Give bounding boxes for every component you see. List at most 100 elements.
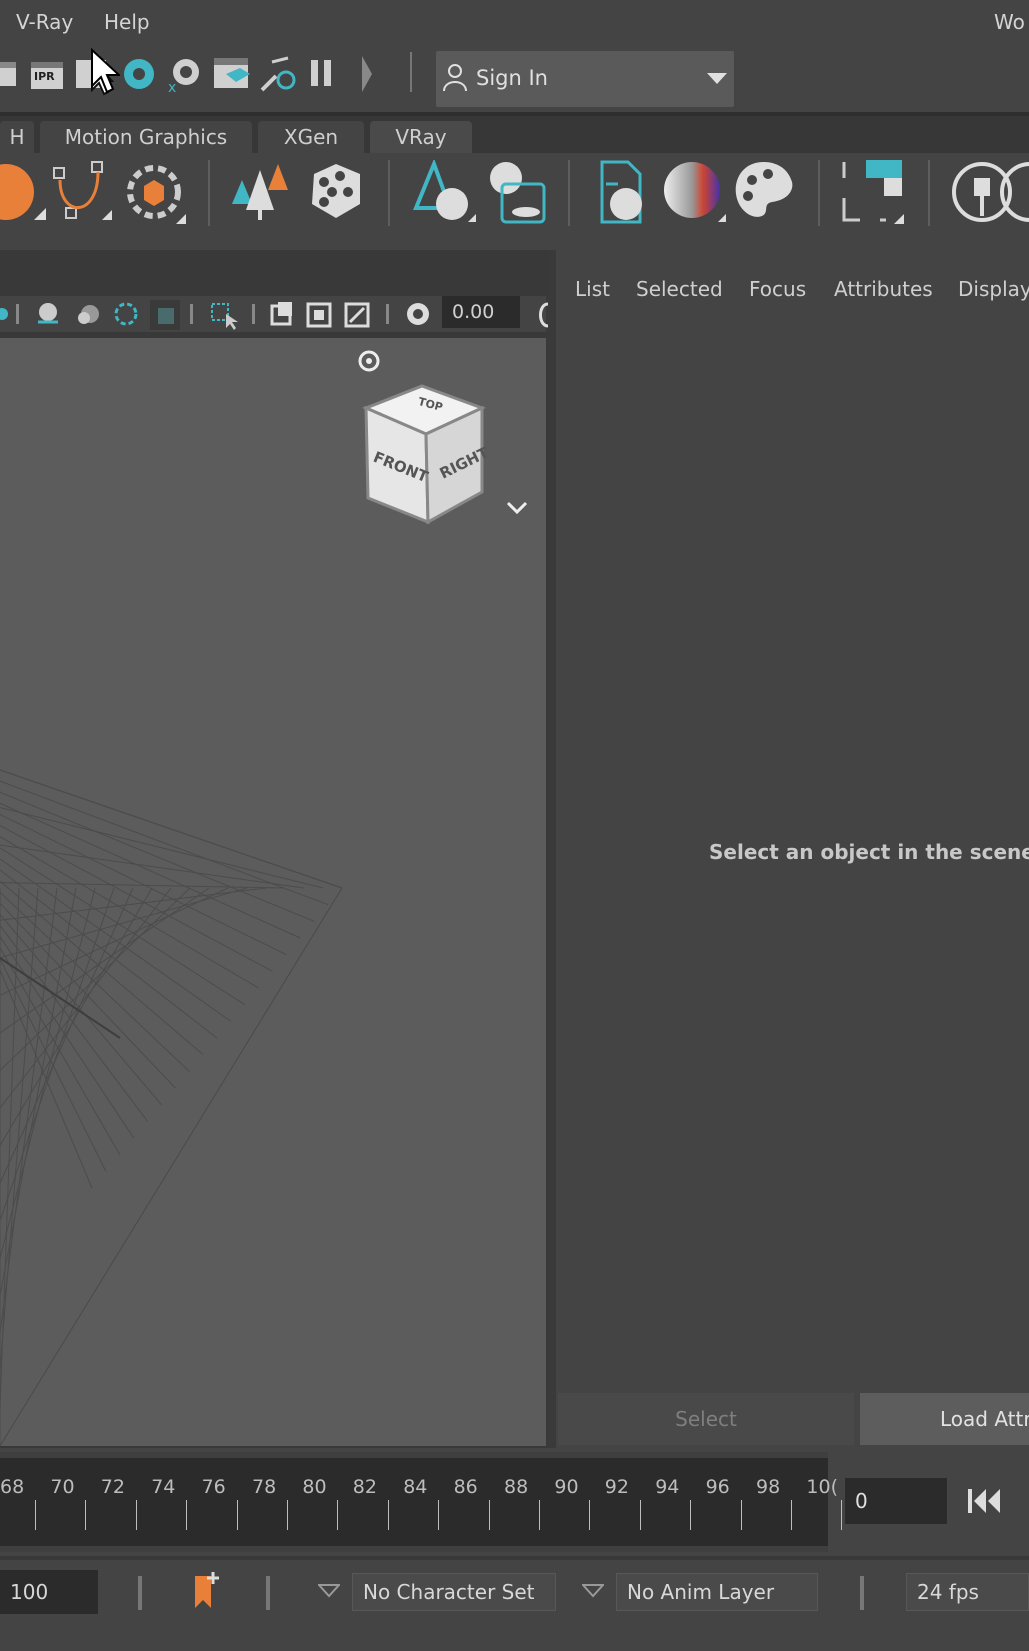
anim-layer-field[interactable]: No Anim Layer xyxy=(616,1573,818,1611)
render-settings-icon[interactable] xyxy=(258,54,298,94)
timeline-tick-mark xyxy=(791,1500,792,1530)
shelf-divider xyxy=(818,160,820,226)
timeline-tick-mark xyxy=(35,1500,36,1530)
anim-layer-dropdown-icon[interactable] xyxy=(582,1584,604,1598)
timeline-tick-label: 70 xyxy=(50,1476,75,1498)
sign-in-label: Sign In xyxy=(476,66,548,90)
fps-field[interactable]: 24 fps xyxy=(906,1573,1029,1611)
timeline-tick-label: 92 xyxy=(604,1476,629,1498)
empty-selection-message: Select an object in the scene to xyxy=(709,840,1029,864)
ipr-label: IPR xyxy=(34,70,55,83)
region-select-icon[interactable] xyxy=(840,158,906,228)
toolbar-collapse-icon[interactable] xyxy=(360,54,374,94)
bookmark-add-icon[interactable] xyxy=(192,1570,222,1610)
playback-end-field[interactable]: 100 xyxy=(0,1570,98,1614)
shelf-divider xyxy=(388,160,390,226)
character-set-field[interactable]: No Character Set xyxy=(352,1573,556,1611)
viewport-toolbar-icons[interactable] xyxy=(0,298,440,330)
timeline-tick-label: 78 xyxy=(252,1476,277,1498)
viewport-more-icon[interactable] xyxy=(534,300,548,330)
render-clear-icon[interactable]: x xyxy=(166,56,204,94)
pause-icon[interactable] xyxy=(308,58,336,88)
go-to-start-icon[interactable] xyxy=(966,1486,1002,1516)
time-slider[interactable] xyxy=(0,1458,828,1546)
timeline-tick-label: 94 xyxy=(655,1476,680,1498)
timeline-tick-mark xyxy=(639,1500,641,1530)
mouse-cursor-icon xyxy=(91,48,120,94)
timeline-tick-mark xyxy=(135,1500,137,1530)
proxy-shapes-icon[interactable] xyxy=(412,160,478,226)
timeline-tick-mark xyxy=(438,1500,440,1530)
menu-bar xyxy=(0,0,1029,44)
timeline-tick-mark xyxy=(337,1500,339,1530)
timeline-tick-mark xyxy=(841,1500,843,1530)
scatter-cube-icon[interactable] xyxy=(302,160,366,224)
timeline-tick-label: 96 xyxy=(705,1476,730,1498)
tab-motion-graphics[interactable]: Motion Graphics xyxy=(40,121,252,153)
timeline-tick-mark xyxy=(186,1500,188,1530)
tab-vray[interactable]: VRay xyxy=(370,121,472,153)
material-file-icon[interactable] xyxy=(598,158,654,228)
timeline-tick-mark xyxy=(740,1500,742,1530)
current-frame-field[interactable]: 0 xyxy=(845,1478,947,1524)
timeline-tick-label: 86 xyxy=(453,1476,478,1498)
timeline-tick-mark xyxy=(539,1500,540,1530)
user-icon xyxy=(443,64,467,92)
panel-splitter[interactable] xyxy=(548,250,556,1448)
range-divider xyxy=(266,1576,270,1610)
toolbar-divider xyxy=(410,52,412,92)
timeline-tick-mark xyxy=(236,1500,238,1530)
shelf-divider xyxy=(568,160,570,226)
timeline-tick-label: 76 xyxy=(201,1476,226,1498)
vfb-icon[interactable] xyxy=(121,56,157,92)
attr-tab-display[interactable]: Display xyxy=(958,277,1029,301)
menu-help[interactable]: Help xyxy=(104,10,150,34)
load-attributes-button[interactable]: Load Attr xyxy=(860,1393,1029,1445)
timeline-tick-label: 90 xyxy=(554,1476,579,1498)
attr-tab-focus[interactable]: Focus xyxy=(749,277,806,301)
timeline-tick-mark xyxy=(488,1500,490,1530)
select-button[interactable]: Select xyxy=(558,1393,854,1445)
timeline-tick-label: 10( xyxy=(806,1476,838,1498)
palette-icon[interactable] xyxy=(732,160,798,226)
timeline-tick-label: 72 xyxy=(100,1476,125,1498)
ipr-render-icon[interactable]: IPR xyxy=(30,58,64,90)
plugin-icon[interactable] xyxy=(950,160,1029,226)
timeline-tick-mark xyxy=(387,1500,389,1530)
timeline-tick-label: 74 xyxy=(151,1476,176,1498)
timeline-tick-mark xyxy=(287,1500,288,1530)
tab-h[interactable]: H xyxy=(0,121,34,153)
range-divider xyxy=(860,1576,864,1610)
mesh-export-icon[interactable] xyxy=(484,160,550,226)
shelf-divider xyxy=(208,160,210,226)
rotate-view-icon[interactable] xyxy=(356,348,382,374)
character-set-dropdown-icon[interactable] xyxy=(318,1584,340,1598)
timeline-tick-label: 84 xyxy=(403,1476,428,1498)
menu-vray[interactable]: V-Ray xyxy=(16,10,73,34)
timeline-tick-label: 82 xyxy=(352,1476,377,1498)
viewcube-menu-icon[interactable] xyxy=(505,500,529,516)
gear-cube-icon[interactable] xyxy=(122,158,188,228)
svg-text:x: x xyxy=(168,80,176,94)
material-ball-icon[interactable] xyxy=(662,160,728,226)
spline-icon[interactable] xyxy=(52,158,114,228)
shelf-divider xyxy=(928,160,930,226)
chevron-down-icon[interactable] xyxy=(706,72,728,86)
attr-tab-attributes[interactable]: Attributes xyxy=(834,277,933,301)
timeline-tick-label: 88 xyxy=(504,1476,529,1498)
timeline-tick-label: 80 xyxy=(302,1476,327,1498)
workspace-label[interactable]: Wo xyxy=(994,10,1025,34)
attr-tab-selected[interactable]: Selected xyxy=(636,277,723,301)
timeline-tick-mark xyxy=(85,1500,87,1530)
timeline-tick-mark xyxy=(690,1500,692,1530)
batch-render-icon[interactable] xyxy=(212,54,252,94)
timeline-tick-label: 98 xyxy=(756,1476,781,1498)
fur-trees-icon[interactable] xyxy=(230,160,294,224)
timeline-tick-mark xyxy=(589,1500,591,1530)
timeline-tick-label: 68 xyxy=(0,1476,25,1498)
attr-tab-list[interactable]: List xyxy=(575,277,610,301)
viewport-value-field[interactable]: 0.00 xyxy=(442,296,520,328)
light-dome-icon[interactable] xyxy=(0,158,48,228)
render-frame-icon[interactable] xyxy=(0,56,18,90)
tab-xgen[interactable]: XGen xyxy=(258,121,364,153)
